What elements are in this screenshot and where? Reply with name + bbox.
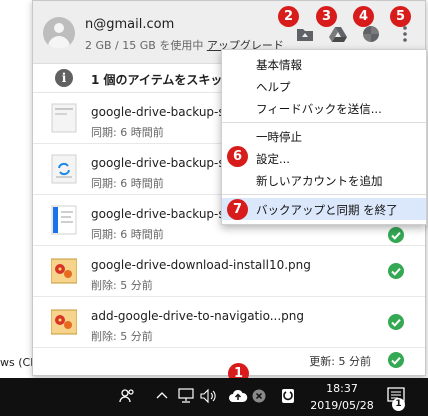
google-photos-icon[interactable] bbox=[362, 25, 380, 43]
error-x-icon[interactable] bbox=[252, 389, 266, 403]
background-window-left bbox=[0, 0, 32, 378]
avatar-body-shape bbox=[48, 36, 70, 49]
callout-badge: 3 bbox=[316, 6, 337, 27]
notification-count-badge: 1 bbox=[392, 398, 405, 411]
taskbar: 18:37 2019/05/28 1 bbox=[0, 378, 428, 416]
clock-time[interactable]: 18:37 bbox=[314, 382, 370, 395]
file-status: 同期: 6 時間前 bbox=[91, 228, 164, 241]
app-tray-icon[interactable] bbox=[281, 388, 295, 404]
storage-text: 2 GB / 15 GB を使用中 bbox=[85, 39, 204, 52]
callout-badge: 5 bbox=[390, 6, 411, 27]
volume-icon[interactable] bbox=[199, 388, 219, 404]
synced-check-icon bbox=[388, 314, 404, 330]
backup-sync-cloud-icon[interactable] bbox=[228, 387, 248, 405]
synced-check-icon bbox=[388, 227, 404, 243]
menu-item-feedback[interactable]: フィードバックを送信... bbox=[222, 97, 426, 119]
network-icon[interactable] bbox=[177, 388, 195, 404]
menu-item-about[interactable]: 基本情報 bbox=[222, 53, 426, 75]
folder-icon[interactable] bbox=[296, 25, 314, 43]
menu-item-help[interactable]: ヘルプ bbox=[222, 75, 426, 97]
file-thumbnail-icon bbox=[51, 154, 77, 184]
callout-badge: 4 bbox=[353, 6, 374, 27]
clock-date[interactable]: 2019/05/28 bbox=[310, 399, 374, 412]
file-name: add-google-drive-to-navigatio...png bbox=[91, 309, 304, 323]
menu-item-preferences[interactable]: 設定... bbox=[222, 147, 426, 169]
more-vert-icon[interactable] bbox=[396, 25, 414, 43]
status-check-icon bbox=[388, 352, 404, 368]
google-drive-icon[interactable] bbox=[329, 25, 347, 43]
settings-menu: 基本情報 ヘルプ フィードバックを送信... 一時停止 設定... 新しいアカウ… bbox=[221, 49, 427, 225]
file-name: google-drive-download-install10.png bbox=[91, 258, 311, 272]
file-status: 削除: 5 分前 bbox=[91, 279, 153, 292]
file-status: 同期: 6 時間前 bbox=[91, 177, 164, 190]
image-file-icon bbox=[51, 309, 77, 335]
synced-check-icon bbox=[388, 263, 404, 279]
people-icon[interactable] bbox=[118, 387, 136, 405]
menu-separator bbox=[222, 122, 426, 123]
callout-badge: 6 bbox=[227, 146, 248, 167]
file-status: 同期: 6 時間前 bbox=[91, 126, 164, 139]
callout-badge: 2 bbox=[278, 6, 299, 27]
account-email: n@gmail.com bbox=[85, 17, 175, 32]
menu-separator bbox=[222, 194, 426, 195]
file-row[interactable]: add-google-drive-to-navigatio...png 削除: … bbox=[33, 297, 425, 348]
last-updated-text: 更新: 5 分前 bbox=[309, 355, 371, 368]
file-thumbnail-icon bbox=[51, 103, 77, 133]
avatar-head-shape bbox=[54, 23, 64, 33]
menu-item-pause[interactable]: 一時停止 bbox=[222, 125, 426, 147]
info-icon: i bbox=[55, 69, 73, 87]
callout-badge: 7 bbox=[227, 199, 248, 220]
file-row[interactable]: google-drive-download-install10.png 削除: … bbox=[33, 246, 425, 297]
avatar[interactable] bbox=[43, 17, 75, 49]
menu-item-quit[interactable]: バックアップと同期 を終了 bbox=[222, 198, 426, 220]
file-status: 削除: 5 分前 bbox=[91, 330, 153, 343]
chevron-up-icon[interactable] bbox=[156, 390, 168, 402]
file-thumbnail-icon bbox=[51, 205, 77, 235]
image-file-icon bbox=[51, 258, 77, 284]
menu-item-add-account[interactable]: 新しいアカウントを追加 bbox=[222, 169, 426, 191]
